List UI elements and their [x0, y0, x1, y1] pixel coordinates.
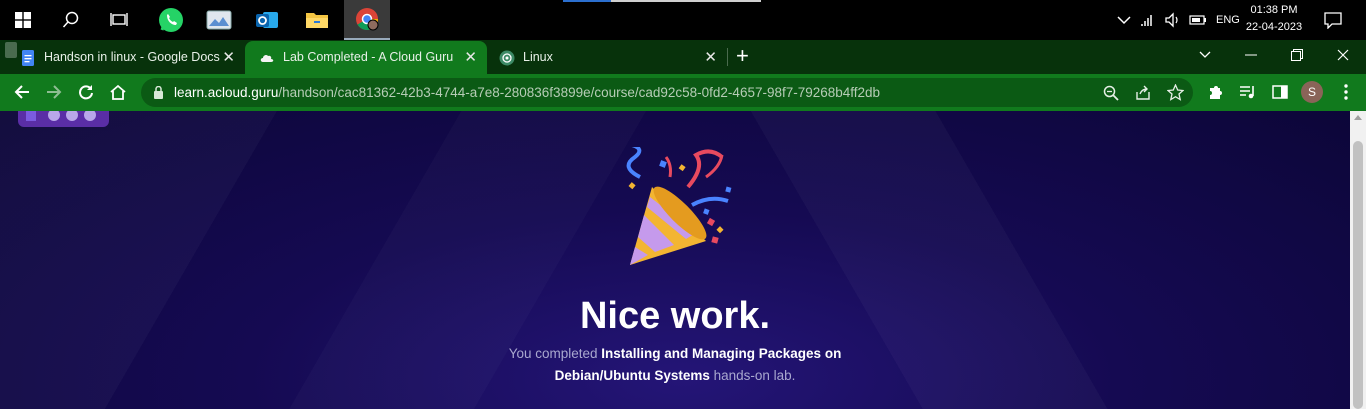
taskbar-preview-strip — [611, 0, 761, 2]
chrome-icon — [356, 8, 379, 31]
tab-a-cloud-guru[interactable]: Lab Completed - A Cloud Guru ✕ — [245, 41, 487, 74]
wifi-icon[interactable] — [1140, 12, 1158, 28]
scroll-up-icon[interactable] — [1354, 115, 1362, 120]
arrow-left-icon — [14, 85, 29, 99]
restore-icon — [1291, 49, 1303, 61]
windows-taskbar: ENG 01:38 PM 22-04-2023 — [0, 0, 1366, 40]
home-icon — [110, 84, 126, 100]
badge-icons — [26, 111, 96, 121]
tab-title: Handson in linux - Google Docs — [44, 50, 220, 64]
close-tab-icon[interactable]: ✕ — [464, 48, 477, 66]
avatar-initial: S — [1307, 85, 1316, 99]
tab-list-button[interactable] — [1182, 40, 1228, 70]
minimize-button[interactable] — [1228, 40, 1274, 70]
page-content: Nice work. You completed Installing and … — [0, 111, 1366, 409]
system-tray: ENG — [1112, 0, 1240, 40]
whatsapp-icon — [159, 8, 183, 32]
browser-toolbar: learn.acloud.guru/handson/cac81362-42b3-… — [0, 74, 1366, 111]
home-button[interactable] — [106, 80, 130, 104]
scroll-thumb[interactable] — [1353, 141, 1363, 409]
lock-icon[interactable] — [153, 86, 164, 99]
close-icon — [1337, 49, 1349, 61]
notifications-button[interactable] — [1310, 0, 1356, 40]
clock[interactable]: 01:38 PM 22-04-2023 — [1236, 2, 1312, 36]
tab-title: Lab Completed - A Cloud Guru — [283, 50, 454, 64]
party-popper-icon — [626, 147, 732, 265]
chatgpt-icon — [499, 50, 515, 66]
bookmark-star-icon[interactable] — [1167, 84, 1184, 101]
photos-app[interactable] — [196, 0, 242, 40]
close-window-button[interactable] — [1320, 40, 1366, 70]
lab-name-part-2: Debian/Ubuntu Systems — [554, 368, 710, 383]
profile-button[interactable]: S — [1300, 80, 1324, 104]
chrome-app[interactable] — [344, 0, 390, 40]
menu-button[interactable] — [1334, 80, 1358, 104]
media-button[interactable] — [1236, 80, 1260, 104]
tab-divider — [727, 48, 728, 66]
task-view-button[interactable] — [96, 0, 142, 40]
chevron-down-icon — [1199, 51, 1211, 58]
share-icon[interactable] — [1135, 85, 1151, 101]
reload-icon — [79, 85, 93, 100]
back-button[interactable] — [10, 80, 34, 104]
message-suffix: hands-on lab. — [709, 368, 796, 383]
completion-badge — [18, 111, 109, 127]
whatsapp-app[interactable] — [148, 0, 194, 40]
file-explorer-app[interactable] — [294, 0, 340, 40]
message-prefix: You completed — [508, 346, 602, 361]
avatar: S — [1301, 81, 1323, 103]
page-title: Nice work. — [579, 295, 771, 337]
start-button[interactable] — [0, 0, 46, 40]
battery-icon[interactable] — [1188, 12, 1208, 28]
zoom-icon[interactable] — [1103, 85, 1119, 101]
clock-time: 01:38 PM — [1250, 4, 1298, 16]
page-scrollbar[interactable] — [1350, 111, 1366, 409]
search-button[interactable] — [48, 0, 94, 40]
chevron-up-icon[interactable] — [1116, 15, 1132, 25]
google-docs-icon — [22, 50, 34, 66]
reload-button[interactable] — [74, 80, 98, 104]
taskbar-accent — [563, 0, 611, 2]
search-icon — [62, 11, 79, 28]
extensions-button[interactable] — [1204, 80, 1228, 104]
url-path: /handson/cac81362-42b3-4744-a7e8-280836f… — [278, 85, 881, 100]
forward-button[interactable] — [42, 80, 66, 104]
side-panel-icon — [1272, 85, 1288, 99]
kebab-menu-icon — [1344, 84, 1348, 100]
tab-linux[interactable]: Linux ✕ — [487, 41, 727, 74]
side-panel-button[interactable] — [1268, 80, 1292, 104]
notification-icon — [1324, 12, 1342, 29]
media-control-icon — [1240, 86, 1254, 99]
browser-tab-strip: Handson in linux - Google Docs ✕ Lab Com… — [0, 40, 1366, 74]
completion-message: You completed Installing and Managing Pa… — [500, 343, 850, 387]
outlook-icon — [256, 12, 278, 28]
minimize-icon — [1245, 54, 1257, 56]
lab-name-part-1: Installing and Managing Packages on — [601, 346, 842, 361]
outlook-app[interactable] — [244, 0, 290, 40]
arrow-right-icon — [47, 85, 62, 99]
photos-icon — [206, 10, 232, 30]
close-tab-icon[interactable]: ✕ — [222, 48, 235, 66]
restore-button[interactable] — [1274, 40, 1320, 70]
task-view-icon — [110, 13, 128, 26]
new-tab-button[interactable]: + — [736, 43, 749, 69]
address-bar[interactable]: learn.acloud.guru/handson/cac81362-42b3-… — [141, 78, 1193, 107]
tab-title: Linux — [523, 50, 553, 64]
url-host: learn.acloud.guru — [174, 85, 279, 100]
puzzle-icon — [1210, 86, 1222, 99]
windows-icon — [15, 12, 31, 28]
url-text[interactable]: learn.acloud.guru/handson/cac81362-42b3-… — [174, 85, 880, 100]
clock-date: 22-04-2023 — [1245, 21, 1303, 33]
cloud-icon — [260, 54, 274, 62]
tab-google-docs[interactable]: Handson in linux - Google Docs ✕ — [0, 41, 245, 74]
folder-icon — [306, 13, 328, 28]
close-tab-icon[interactable]: ✕ — [704, 48, 717, 66]
volume-icon[interactable] — [1164, 12, 1182, 28]
